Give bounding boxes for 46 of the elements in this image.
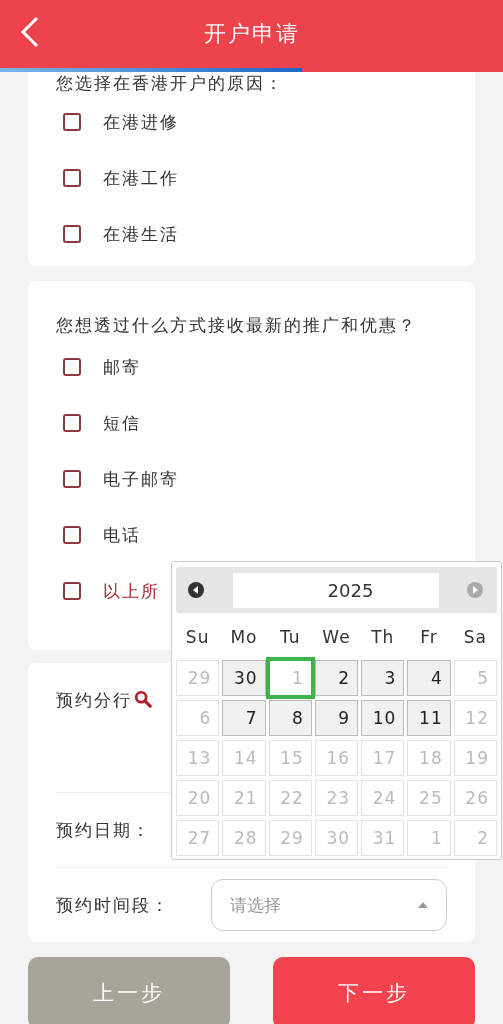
checkbox[interactable]	[63, 225, 81, 243]
calendar-day[interactable]: 9	[314, 700, 359, 736]
time-select[interactable]: 请选择	[211, 879, 447, 931]
option-label: 在港进修	[103, 110, 179, 134]
calendar-day[interactable]: 30	[222, 660, 266, 696]
option-label: 在港生活	[103, 222, 179, 246]
calendar-day[interactable]: 8	[268, 700, 312, 736]
back-button[interactable]: 上一步	[28, 957, 230, 1024]
search-icon[interactable]	[134, 690, 152, 708]
weekday-label: Mo	[229, 626, 259, 649]
option-label: 以上所	[103, 579, 160, 603]
weekday-label: Sa	[462, 626, 488, 649]
back-icon[interactable]	[20, 16, 40, 48]
date-label: 预约日期：	[56, 818, 151, 842]
calendar-day[interactable]: 7	[222, 700, 266, 736]
branch-label: 预约分行	[56, 689, 132, 712]
option-label: 电话	[103, 523, 141, 547]
checkbox[interactable]	[63, 169, 81, 187]
weekday-label: Fr	[419, 626, 439, 649]
calendar-day[interactable]: 2	[314, 660, 359, 696]
weekday-label: We	[321, 626, 352, 649]
option-label: 邮寄	[103, 355, 141, 379]
checkbox[interactable]	[63, 470, 81, 488]
previous-icon[interactable]	[188, 582, 204, 598]
calendar-day[interactable]: 11	[407, 700, 451, 736]
checkbox[interactable]	[63, 582, 81, 600]
option-label: 电子邮寄	[103, 467, 179, 491]
checkbox[interactable]	[63, 414, 81, 432]
calendar-day[interactable]: 10	[361, 700, 405, 736]
checkbox[interactable]	[63, 526, 81, 544]
question-text: 您选择在香港开户的原因：	[56, 72, 285, 94]
weekday-label: Th	[370, 626, 396, 649]
checkbox[interactable]	[63, 358, 81, 376]
calendar-day[interactable]: 4	[407, 660, 451, 696]
year-label: 2025	[232, 572, 439, 608]
checkbox[interactable]	[63, 113, 81, 131]
option-label: 在港工作	[103, 166, 179, 190]
weekday-label: Su	[184, 626, 211, 649]
page-title: 开户申请	[203, 20, 300, 48]
question-text: 您想透过什么方式接收最新的推广和优惠？	[56, 314, 418, 337]
option-label: 短信	[103, 411, 141, 435]
time-label: 预约时间段：	[56, 893, 170, 917]
weekday-label: Tu	[278, 626, 302, 649]
next-button[interactable]: 下一步	[273, 957, 475, 1024]
calendar-day[interactable]: 3	[361, 660, 405, 696]
caret-icon	[418, 902, 428, 908]
